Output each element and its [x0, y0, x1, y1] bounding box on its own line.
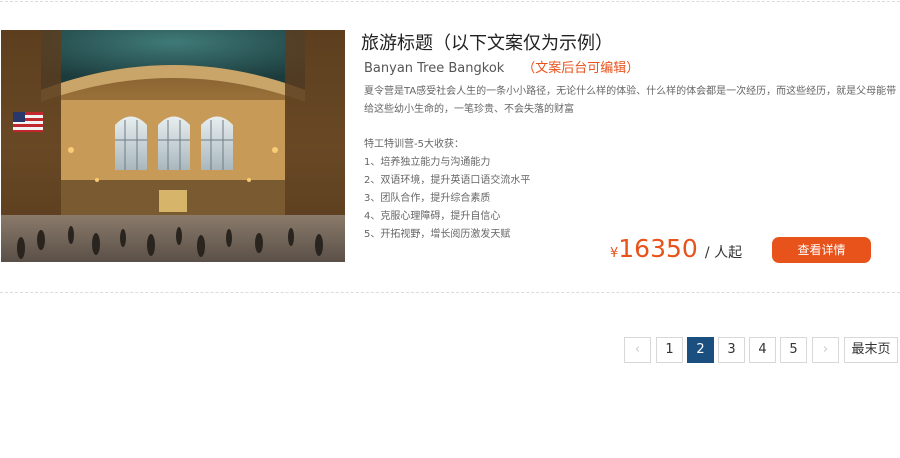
price-amount: 16350 — [618, 234, 698, 263]
chevron-right-icon: › — [822, 342, 829, 357]
view-details-button[interactable]: 查看详情 — [772, 237, 871, 263]
page-button-3[interactable]: 3 — [718, 337, 745, 363]
page-button-4[interactable]: 4 — [749, 337, 776, 363]
section-divider — [0, 292, 900, 293]
tour-description: 夏令营是TA感受社会人生的一条小小路径，无论什么样的体验、什么样的体会都是一次经… — [364, 86, 897, 115]
feature-item: 1、培养独立能力与沟通能力 — [364, 157, 491, 168]
last-page-button[interactable]: 最末页 — [844, 337, 898, 363]
page-button-5[interactable]: 5 — [780, 337, 807, 363]
page-button-2[interactable]: 2 — [687, 337, 714, 363]
hotel-line: Banyan Tree Bangkok （文案后台可编辑） — [364, 57, 639, 76]
price-unit: / 人起 — [704, 245, 743, 261]
feature-item: 5、开拓视野，增长阅历激发天赋 — [364, 229, 511, 240]
feature-item: 4、克服心理障碍，提升自信心 — [364, 211, 501, 222]
feature-item: 2、双语环境，提升英语口语交流水平 — [364, 175, 531, 186]
price: ¥16350 / 人起 — [610, 234, 742, 263]
features-block: 特工特训营-5大收获： 1、培养独立能力与沟通能力 2、双语环境，提升英语口语交… — [364, 136, 530, 244]
features-list: 1、培养独立能力与沟通能力 2、双语环境，提升英语口语交流水平 3、团队合作，提… — [364, 154, 530, 244]
chevron-left-icon: ‹ — [634, 342, 641, 357]
feature-item: 3、团队合作，提升综合素质 — [364, 193, 491, 204]
page-button-1[interactable]: 1 — [656, 337, 683, 363]
top-divider — [0, 1, 900, 2]
hotel-note: （文案后台可编辑） — [522, 61, 640, 76]
travel-photo[interactable] — [1, 30, 345, 262]
next-page-button[interactable]: › — [812, 337, 839, 363]
prev-page-button[interactable]: ‹ — [624, 337, 651, 363]
features-title: 特工特训营-5大收获： — [364, 139, 464, 150]
hotel-name: Banyan Tree Bangkok — [364, 61, 505, 76]
tour-title[interactable]: 旅游标题（以下文案仅为示例） — [361, 29, 613, 55]
